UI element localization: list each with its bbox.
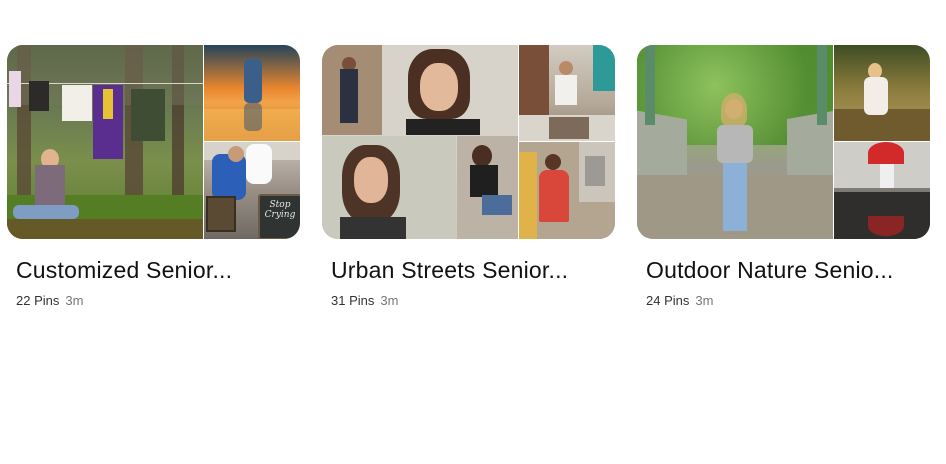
cover-image-main — [322, 45, 518, 239]
chalkboard-text: Stop Crying — [264, 200, 296, 220]
cover-image-main — [637, 45, 833, 239]
board-card-outdoor-nature-senior[interactable]: Outdoor Nature Senio... 24 Pins 3m — [637, 45, 930, 308]
board-title[interactable]: Urban Streets Senior... — [331, 256, 611, 284]
board-cover-collage[interactable] — [322, 45, 615, 239]
pin-count: 24 Pins — [646, 293, 690, 308]
board-cover-collage[interactable] — [637, 45, 930, 239]
board-card-customized-senior[interactable]: Stop Crying Customized Senior... 22 Pins… — [7, 45, 300, 308]
last-updated: 3m — [380, 293, 399, 308]
cover-image-top-right — [834, 45, 930, 141]
board-meta: 22 Pins 3m — [16, 293, 300, 308]
cover-image-bottom-right — [519, 142, 615, 239]
pin-count: 22 Pins — [16, 293, 60, 308]
last-updated: 3m — [695, 293, 714, 308]
cover-image-main — [7, 45, 203, 239]
cover-image-top-right — [204, 45, 300, 141]
board-title[interactable]: Outdoor Nature Senio... — [646, 256, 926, 284]
board-cover-collage[interactable]: Stop Crying — [7, 45, 300, 239]
cover-image-top-right — [519, 45, 615, 141]
cover-image-bottom-right: Stop Crying — [204, 142, 300, 239]
board-title[interactable]: Customized Senior... — [16, 256, 296, 284]
board-card-urban-streets-senior[interactable]: Urban Streets Senior... 31 Pins 3m — [322, 45, 615, 308]
pin-count: 31 Pins — [331, 293, 375, 308]
last-updated: 3m — [65, 293, 84, 308]
board-meta: 31 Pins 3m — [331, 293, 615, 308]
cover-image-bottom-right — [834, 142, 930, 239]
board-meta: 24 Pins 3m — [646, 293, 930, 308]
